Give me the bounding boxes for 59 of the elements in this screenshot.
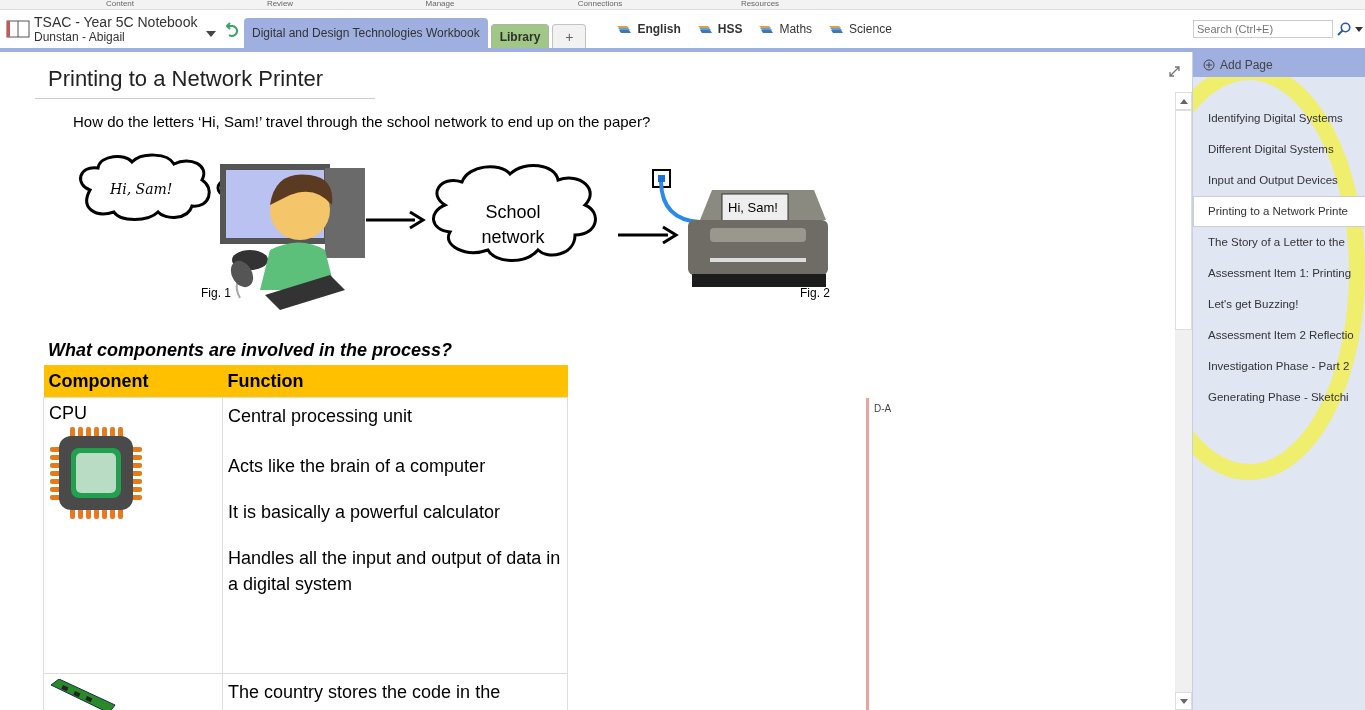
notebook-title[interactable]: TSAC - Year 5C Notebook <box>34 14 206 30</box>
arrow-icon <box>366 210 426 230</box>
notebook-owner: Dunstan - Abigail <box>34 30 126 44</box>
section-group[interactable]: English <box>637 22 681 36</box>
function-text: Handles all the input and output of data in a digital system <box>228 547 562 596</box>
ribbon-group-label: Manage <box>424 0 456 9</box>
ribbon-group-label: Connections <box>576 0 624 9</box>
question-text: How do the letters ‘Hi, Sam!’ travel through the school network to end up on the paper? <box>73 113 652 130</box>
column-header: Function <box>222 365 568 398</box>
section-group-icon[interactable] <box>616 24 633 34</box>
cpu-chip-icon <box>49 426 143 520</box>
scrollbar-thumb[interactable] <box>1175 110 1192 330</box>
page-title: Printing to a Network Printer <box>35 66 375 99</box>
section-group[interactable]: Science <box>849 22 892 36</box>
section-heading: What components are involved in the process? <box>48 340 454 361</box>
expand-icon[interactable] <box>1169 66 1180 77</box>
function-text: The country stores the code in the <box>228 681 502 704</box>
scroll-up-button[interactable] <box>1175 92 1192 110</box>
cloud-text: School network <box>480 201 546 249</box>
figure-caption: Fig. 1 <box>201 286 231 300</box>
ribbon-group-label: Resources <box>739 0 781 9</box>
notebook-icon[interactable] <box>6 19 30 39</box>
search-icon[interactable] <box>1337 22 1351 36</box>
section-tab[interactable]: Library <box>490 24 550 48</box>
section-group[interactable]: HSS <box>717 22 743 36</box>
caret-icon[interactable] <box>206 31 216 37</box>
function-text: Acts like the brain of a computer <box>228 455 487 478</box>
page-item[interactable]: Printing to a Network Printe <box>1193 196 1365 227</box>
caret-icon[interactable] <box>1355 26 1363 32</box>
paper-text: Hi, Sam! <box>728 200 778 215</box>
section-tab[interactable]: Digital and Design Technologies Workbook <box>244 18 488 48</box>
function-text: Central processing unit <box>228 405 414 428</box>
section-group-icon[interactable] <box>696 24 713 34</box>
function-text: It is basically a powerful calculator <box>228 501 502 524</box>
back-arrow-icon[interactable] <box>226 21 238 37</box>
section-group-icon[interactable] <box>828 24 845 34</box>
arrow-icon <box>618 225 679 245</box>
down-arrow-icon <box>1179 698 1188 704</box>
figure-caption: Fig. 2 <box>800 286 830 300</box>
scroll-down-button[interactable] <box>1175 692 1192 710</box>
page-item[interactable]: Generating Phase - Sketchi <box>1193 382 1365 413</box>
author-tag: D-A <box>874 403 892 414</box>
section-group[interactable]: Maths <box>779 22 813 36</box>
ribbon-group-label: Content <box>105 0 135 9</box>
section-group-icon[interactable] <box>758 24 775 34</box>
page-item[interactable]: The Story of a Letter to the <box>1193 227 1365 258</box>
page-item[interactable]: Let's get Buzzing! <box>1193 289 1365 320</box>
component-name: CPU <box>49 403 88 424</box>
add-section-tab[interactable]: + <box>552 24 587 48</box>
ribbon-group-label: Review <box>265 0 295 9</box>
vertical-scrollbar[interactable] <box>1175 92 1192 710</box>
add-page-button[interactable]: Add Page <box>1193 52 1365 77</box>
thought-text: Hi, Sam! <box>110 181 173 197</box>
memory-module-icon <box>49 679 117 710</box>
page-item[interactable]: Input and Output Devices <box>1193 165 1365 196</box>
plus-circle-icon <box>1203 58 1215 71</box>
search-field[interactable]: Search (Ctrl+E) <box>1193 20 1333 38</box>
up-arrow-icon <box>1179 98 1188 104</box>
column-header: Component <box>43 365 223 398</box>
